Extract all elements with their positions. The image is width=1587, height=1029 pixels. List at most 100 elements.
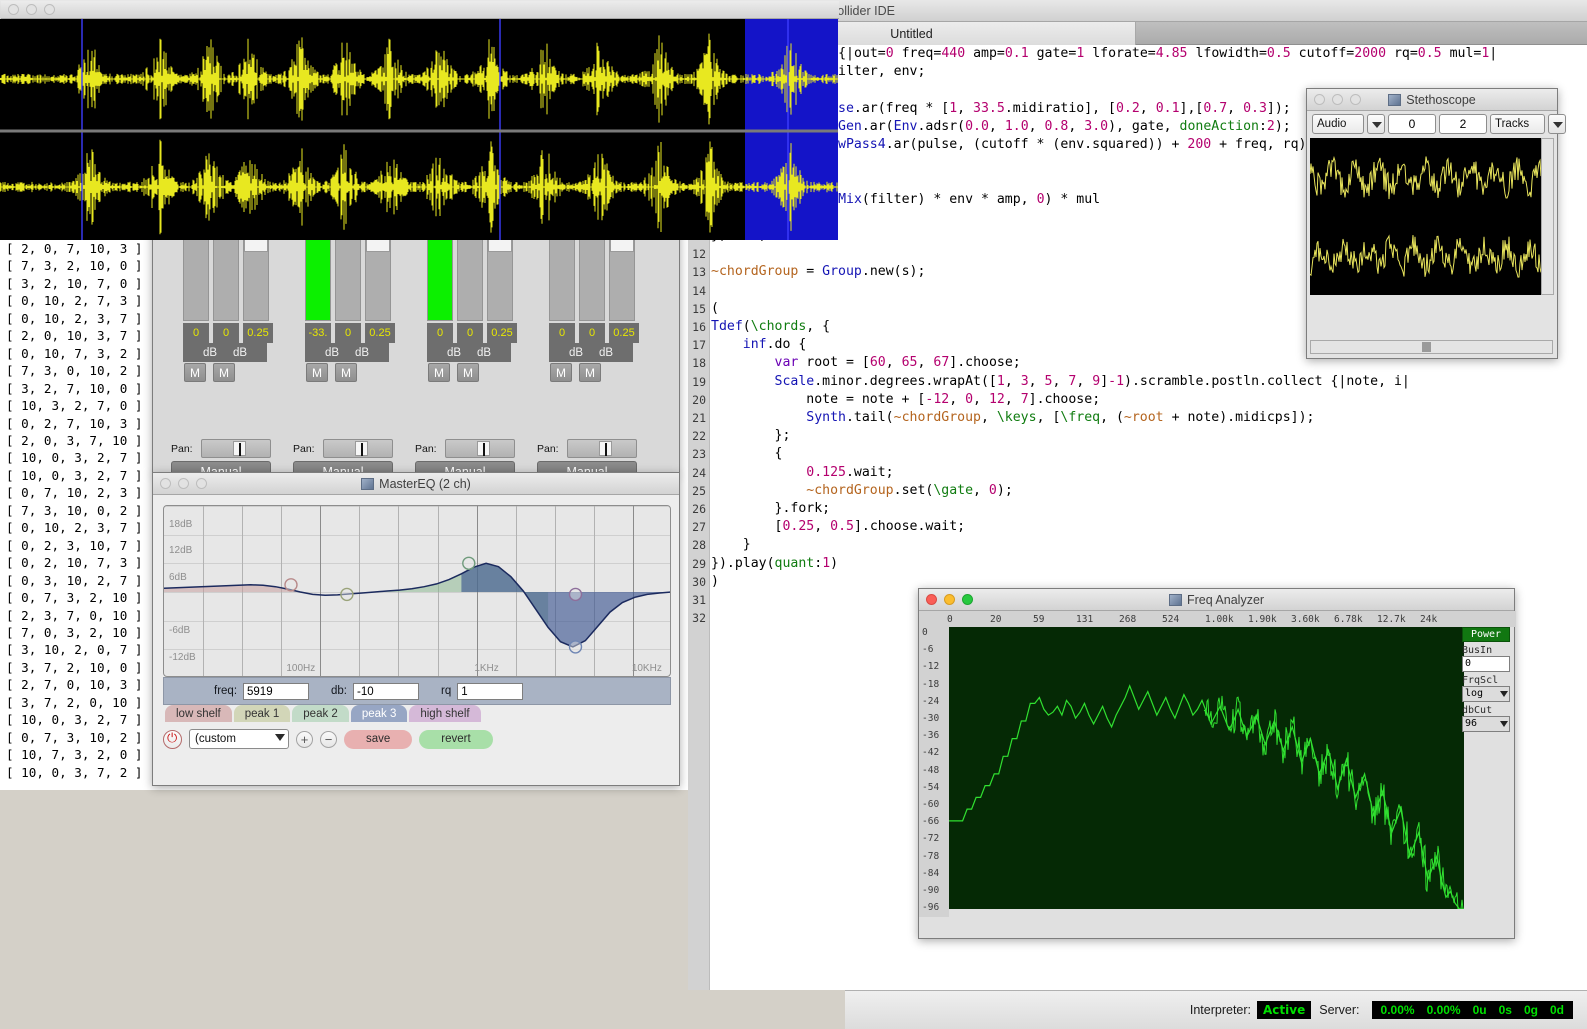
eq-band-tab-peak-3[interactable]: peak 3 — [350, 705, 408, 722]
line-number: 21 — [692, 411, 706, 426]
value-readout-loop[interactable]: 0 — [427, 323, 453, 343]
close-button[interactable] — [160, 478, 171, 489]
minimize-button[interactable] — [1332, 94, 1343, 105]
mute-button[interactable]: M — [335, 363, 357, 382]
pan-thumb[interactable] — [354, 441, 368, 456]
value-readout-prob[interactable]: 0.25 — [365, 323, 395, 343]
mastereq-window[interactable]: MasterEQ (2 ch) 18dB12dB6dB-6dB-12dB-18d… — [152, 472, 680, 786]
mute-button[interactable]: M — [213, 363, 235, 382]
zoom-button[interactable] — [196, 478, 207, 489]
power-icon[interactable] — [163, 729, 182, 749]
mute-button[interactable]: M — [550, 363, 572, 382]
eq-control-point[interactable] — [340, 587, 354, 602]
value-readout-loop[interactable]: 0 — [549, 323, 575, 343]
waveform-traffic-lights[interactable] — [8, 4, 55, 15]
stethoscope-traffic-lights[interactable] — [1314, 94, 1361, 105]
freq-analyzer-window[interactable]: Freq Analyzer 0 20 59 131 268 524 1.00k 1.90k 3.… — [918, 588, 1516, 939]
value-readout-prob[interactable]: 0.25 — [609, 323, 639, 343]
scrollbar-thumb[interactable] — [1421, 342, 1431, 352]
value-readout-loop[interactable]: -33. — [305, 323, 331, 343]
pan-thumb[interactable] — [598, 441, 612, 456]
add-preset-button[interactable]: + — [296, 730, 313, 748]
close-button[interactable] — [926, 594, 937, 605]
eq-control-point[interactable] — [284, 578, 298, 592]
db-input[interactable]: -10 — [353, 682, 420, 700]
x-axis-tick: 3.60k — [1291, 614, 1320, 625]
freq-input[interactable]: 5919 — [243, 682, 310, 700]
eq-control-point[interactable] — [462, 556, 476, 570]
value-readout-cuts[interactable]: 0 — [335, 323, 361, 343]
busin-label: BusIn — [1462, 645, 1493, 656]
spectrum-line — [949, 684, 1464, 909]
db-label: dB — [354, 346, 370, 359]
chevron-down-icon[interactable] — [1367, 114, 1385, 134]
pan-label: Pan: — [293, 443, 315, 455]
channels-input[interactable]: 2 — [1439, 114, 1487, 134]
rq-input[interactable]: 1 — [457, 682, 524, 700]
mute-button[interactable]: M — [184, 363, 206, 382]
eq-band-tab-high-shelf[interactable]: high shelf — [409, 705, 481, 722]
busin-input[interactable]: 0 — [1462, 656, 1510, 672]
value-readout-loop[interactable]: 0 — [183, 323, 209, 343]
freq-analyzer-title: Freq Analyzer — [1186, 592, 1265, 607]
eq-control-point[interactable] — [568, 640, 583, 654]
freq-analyzer-traffic-lights[interactable] — [926, 594, 973, 605]
eq-band-tabs[interactable]: low shelf peak 1 peak 2 peak 3 high shelf — [165, 705, 481, 722]
mastereq-traffic-lights[interactable] — [160, 478, 207, 489]
mute-button[interactable]: M — [579, 363, 601, 382]
index-input[interactable]: 0 — [1388, 114, 1436, 134]
value-readout-cuts[interactable]: 0 — [457, 323, 483, 343]
mute-button[interactable]: M — [457, 363, 479, 382]
pan-slider[interactable] — [201, 439, 271, 458]
rate-select[interactable]: Audio — [1312, 114, 1364, 134]
zoom-button[interactable] — [962, 594, 973, 605]
close-button[interactable] — [8, 4, 19, 15]
pan-slider[interactable] — [567, 439, 637, 458]
mute-button[interactable]: M — [306, 363, 328, 382]
freqscl-select[interactable]: log — [1462, 686, 1510, 702]
server-stats: 0.00% 0.00% 0u 0s 0g 0d — [1371, 1001, 1573, 1019]
value-readout-cuts[interactable]: 0 — [213, 323, 239, 343]
pan-thumb[interactable] — [476, 441, 490, 456]
y-axis-tick: -18 — [922, 678, 940, 690]
eq-band-tab-low-shelf[interactable]: low shelf — [165, 705, 232, 722]
remove-preset-button[interactable]: − — [320, 730, 337, 748]
eq-curve-graph[interactable]: 18dB12dB6dB-6dB-12dB-18dB100Hz1KHz10KHz — [163, 505, 671, 677]
value-readout-cuts[interactable]: 0 — [579, 323, 605, 343]
value-readout-prob[interactable]: 0.25 — [487, 323, 517, 343]
save-button[interactable]: save — [344, 729, 413, 749]
eq-band-tab-peak-1[interactable]: peak 1 — [233, 705, 291, 722]
freq-analyzer-title-bar: Freq Analyzer — [919, 589, 1514, 611]
waveform-display[interactable] — [0, 19, 838, 240]
mute-button[interactable]: M — [428, 363, 450, 382]
minimize-button[interactable] — [178, 478, 189, 489]
waveform-window[interactable] — [0, 0, 840, 242]
pan-thumb[interactable] — [232, 441, 246, 456]
minimize-button[interactable] — [944, 594, 955, 605]
preset-select[interactable]: (custom — [189, 729, 289, 749]
scope-vertical-scrollbar[interactable] — [1541, 138, 1554, 295]
close-button[interactable] — [1314, 94, 1325, 105]
revert-button[interactable]: revert — [419, 729, 493, 749]
code-line: var pulse, filter, env; — [743, 64, 926, 80]
eq-control-point[interactable] — [568, 587, 583, 602]
dbcut-select[interactable]: 96 — [1462, 716, 1510, 732]
code-line: }.fork; — [711, 501, 831, 517]
minimize-button[interactable] — [26, 4, 37, 15]
chevron-down-icon[interactable] — [1548, 114, 1566, 134]
freq-spectrum-display — [949, 627, 1464, 909]
pan-slider[interactable] — [323, 439, 393, 458]
value-readout-prob[interactable]: 0.25 — [243, 323, 273, 343]
zoom-button[interactable] — [1350, 94, 1361, 105]
pan-label: Pan: — [415, 443, 437, 455]
chevron-down-icon — [275, 734, 285, 741]
pan-slider[interactable] — [445, 439, 515, 458]
line-number: 17 — [692, 338, 706, 353]
zoom-button[interactable] — [44, 4, 55, 15]
style-select[interactable]: Tracks — [1490, 114, 1545, 134]
eq-band-tab-peak-2[interactable]: peak 2 — [292, 705, 349, 722]
power-button[interactable]: Power — [1462, 627, 1510, 642]
dbcut-label: dbCut — [1462, 705, 1493, 716]
stethoscope-window[interactable]: Stethoscope Audio 0 2 Tracks — [1306, 88, 1566, 359]
scope-horizontal-scrollbar[interactable] — [1310, 340, 1553, 354]
